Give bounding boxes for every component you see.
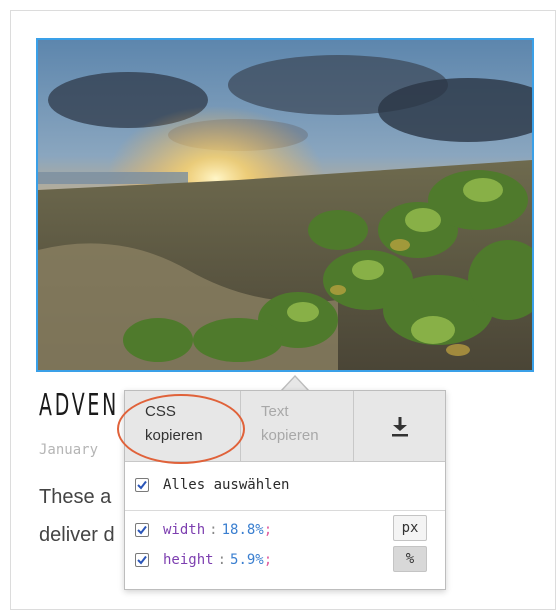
unit-percent-button[interactable]: % xyxy=(393,546,427,572)
css-property-row[interactable]: height : 5.9% ; xyxy=(135,552,272,568)
select-all-row[interactable]: Alles auswählen xyxy=(135,477,289,493)
download-icon xyxy=(391,417,408,437)
post-title[interactable]: ADVEN xyxy=(39,388,119,423)
property-semicolon: ; xyxy=(263,552,273,568)
checkmark-icon xyxy=(137,525,147,535)
css-property-row[interactable]: width : 18.8% ; xyxy=(135,522,272,538)
checkmark-icon xyxy=(137,555,147,565)
property-value: 5.9% xyxy=(230,552,264,568)
copy-css-label-line2: kopieren xyxy=(145,427,203,444)
excerpt-line: deliver d xyxy=(39,524,115,546)
post-image[interactable] xyxy=(36,38,534,372)
copy-css-button[interactable]: CSS kopieren xyxy=(117,391,245,464)
copy-text-label-line2: kopieren xyxy=(261,427,319,444)
unit-px-button[interactable]: px xyxy=(393,515,427,541)
excerpt-line: These a xyxy=(39,486,112,508)
popup-arrow-fill xyxy=(282,377,308,391)
post-date: January xyxy=(39,442,99,458)
checkmark-icon xyxy=(137,480,147,490)
property-checkbox[interactable] xyxy=(135,523,149,537)
select-all-checkbox[interactable] xyxy=(135,478,149,492)
divider xyxy=(125,510,445,511)
property-checkbox[interactable] xyxy=(135,553,149,567)
property-colon: : xyxy=(209,522,218,538)
download-button[interactable] xyxy=(354,391,445,461)
select-all-label: Alles auswählen xyxy=(163,477,290,493)
post-excerpt: These a deliver d xyxy=(39,478,129,554)
popup-toolbar: CSS kopieren Text kopieren xyxy=(117,391,445,464)
copy-css-label-line1: CSS xyxy=(145,403,176,420)
property-value: 18.8% xyxy=(221,522,264,538)
property-name: height xyxy=(163,552,214,568)
property-semicolon: ; xyxy=(263,522,273,538)
property-colon: : xyxy=(217,552,227,568)
copy-text-label-line1: Text xyxy=(261,403,289,420)
css-copy-popup: CSS kopieren Text kopieren Alles auswähl… xyxy=(117,390,446,590)
copy-text-button[interactable]: Text kopieren xyxy=(241,391,354,461)
sunset-photo xyxy=(38,40,532,370)
property-name: width xyxy=(163,522,206,538)
